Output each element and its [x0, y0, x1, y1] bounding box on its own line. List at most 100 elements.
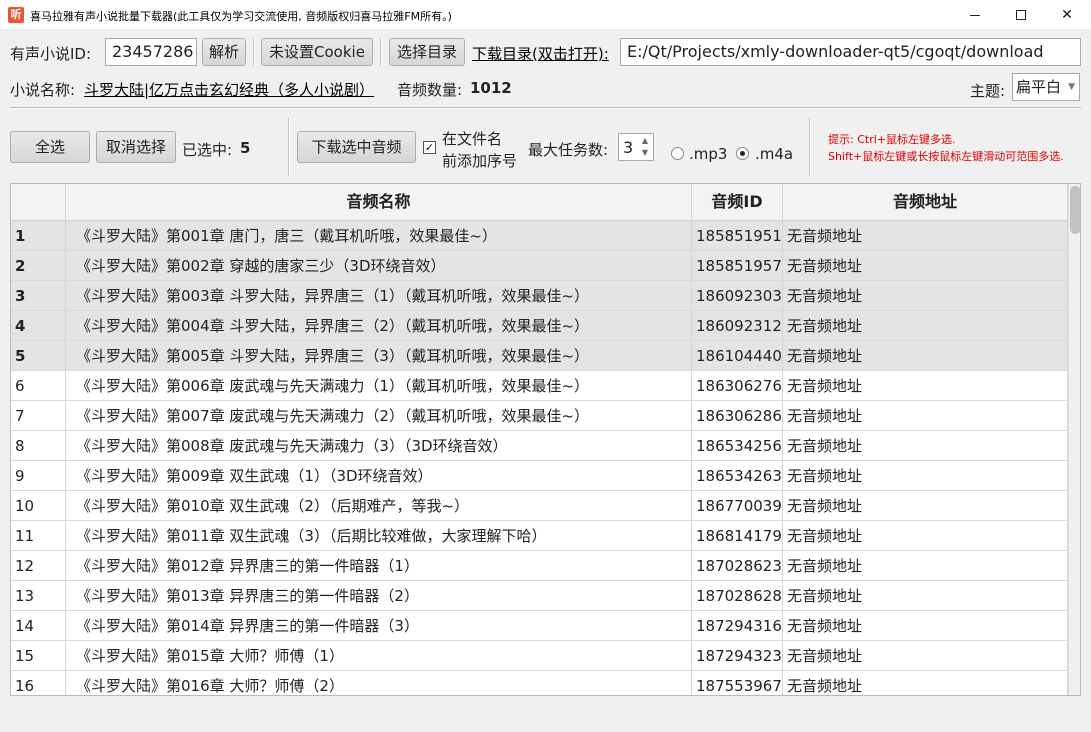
table-scrollbar[interactable]: [1068, 184, 1080, 695]
row-index: 7: [11, 401, 66, 431]
spin-up-icon[interactable]: ▲: [639, 135, 651, 147]
row-name: 《斗罗大陆》第004章 斗罗大陆，异界唐三（2）（戴耳机听哦，效果最佳~）: [66, 311, 692, 341]
table-row[interactable]: 2 《斗罗大陆》第002章 穿越的唐家三少（3D环绕音效） 185851957 无音频…: [11, 251, 1068, 281]
table-row[interactable]: 1 《斗罗大陆》第001章 唐门，唐三（戴耳机听哦，效果最佳~） 185851951…: [11, 221, 1068, 251]
row-audio-id: 185851957: [692, 251, 783, 281]
row-name: 《斗罗大陆》第009章 双生武魂（1）（3D环绕音效）: [66, 461, 692, 491]
row-index: 14: [11, 611, 66, 641]
row-index: 3: [11, 281, 66, 311]
table-row[interactable]: 8 《斗罗大陆》第008章 废武魂与先天满魂力（3）（3D环绕音效） 1865342…: [11, 431, 1068, 461]
selected-label: 已选中:: [182, 141, 233, 159]
table-row[interactable]: 7 《斗罗大陆》第007章 废武魂与先天满魂力（2）（戴耳机听哦，效果最佳~） 18…: [11, 401, 1068, 431]
table-row[interactable]: 10 《斗罗大陆》第010章 双生武魂（2）（后期难产，等我~） 186770039…: [11, 491, 1068, 521]
row-audio-id: 187553967: [692, 671, 783, 695]
row-name: 《斗罗大陆》第007章 废武魂与先天满魂力（2）（戴耳机听哦，效果最佳~）: [66, 401, 692, 431]
table-row[interactable]: 5 《斗罗大陆》第005章 斗罗大陆，异界唐三（3）（戴耳机听哦，效果最佳~） 18…: [11, 341, 1068, 371]
row-index: 4: [11, 311, 66, 341]
minimize-icon: [970, 14, 980, 16]
toolbar-divider: [288, 118, 290, 176]
row-audio-url: 无音频地址: [783, 641, 1068, 671]
chevron-down-icon: ▼: [1068, 82, 1075, 92]
theme-select-value: 扁平白: [1016, 78, 1062, 96]
app-icon: 听: [8, 7, 24, 23]
novel-id-label: 有声小说ID:: [10, 45, 92, 63]
row-name: 《斗罗大陆》第006章 废武魂与先天满魂力（1）（戴耳机听哦，效果最佳~）: [66, 371, 692, 401]
row-index: 13: [11, 581, 66, 611]
table-row[interactable]: 12 《斗罗大陆》第012章 异界唐三的第一件暗器（1） 187028623 无音频地…: [11, 551, 1068, 581]
close-icon: ✕: [1061, 7, 1073, 23]
window-title: 喜马拉雅有声小说批量下载器(此工具仅为学习交流使用, 音频版权归喜马拉雅FM所有…: [30, 10, 452, 23]
deselect-button[interactable]: 取消选择: [96, 131, 176, 163]
spin-down-icon[interactable]: ▼: [639, 147, 651, 159]
audio-table[interactable]: 音频名称 音频ID 音频地址 1 《斗罗大陆》第001章 唐门，唐三（戴耳机听哦，…: [10, 183, 1081, 696]
table-header: 音频名称 音频ID 音频地址: [11, 184, 1068, 221]
row-index: 5: [11, 341, 66, 371]
row-audio-id: 187294323: [692, 641, 783, 671]
row-name: 《斗罗大陆》第012章 异界唐三的第一件暗器（1）: [66, 551, 692, 581]
scrollbar-thumb[interactable]: [1070, 186, 1080, 234]
novel-id-input[interactable]: 23457286: [105, 38, 197, 66]
row-index: 11: [11, 521, 66, 551]
table-row[interactable]: 3 《斗罗大陆》第003章 斗罗大陆，异界唐三（1）（戴耳机听哦，效果最佳~） 18…: [11, 281, 1068, 311]
hint-line-1: 提示: Ctrl+鼠标左键多选.: [828, 133, 956, 146]
table-row[interactable]: 6 《斗罗大陆》第006章 废武魂与先天满魂力（1）（戴耳机听哦，效果最佳~） 18…: [11, 371, 1068, 401]
cookie-button[interactable]: 未设置Cookie: [261, 38, 373, 66]
row-name: 《斗罗大陆》第016章 大师？师傅（2）: [66, 671, 692, 695]
audio-count-value: 1012: [470, 79, 512, 97]
row-audio-id: 187294316: [692, 611, 783, 641]
max-tasks-spinbox[interactable]: 3 ▲ ▼: [618, 133, 654, 161]
row-index: 12: [11, 551, 66, 581]
select-all-button[interactable]: 全选: [10, 131, 90, 163]
table-row[interactable]: 15 《斗罗大陆》第015章 大师？师傅（1） 187294323 无音频地址: [11, 641, 1068, 671]
maximize-icon: [1016, 10, 1026, 20]
row-audio-url: 无音频地址: [783, 341, 1068, 371]
row-index: 8: [11, 431, 66, 461]
table-row[interactable]: 14 《斗罗大陆》第014章 异界唐三的第一件暗器（3） 187294316 无音频地…: [11, 611, 1068, 641]
download-dir-link[interactable]: 下载目录(双击打开):: [472, 43, 609, 64]
row-audio-id: 186306276: [692, 371, 783, 401]
table-row[interactable]: 16 《斗罗大陆》第016章 大师？师傅（2） 187553967 无音频地址: [11, 671, 1068, 695]
row-index: 15: [11, 641, 66, 671]
row-audio-id: 187028628: [692, 581, 783, 611]
row-name: 《斗罗大陆》第008章 废武魂与先天满魂力（3）（3D环绕音效）: [66, 431, 692, 461]
header-url[interactable]: 音频地址: [783, 184, 1068, 221]
hint-line-2: Shift+鼠标左键或长按鼠标左键滑动可范围多选.: [828, 150, 1064, 163]
row-audio-url: 无音频地址: [783, 311, 1068, 341]
prefix-index-checkbox[interactable]: ✓: [423, 141, 436, 154]
minimize-button[interactable]: [952, 0, 998, 30]
row-name: 《斗罗大陆》第013章 异界唐三的第一件暗器（2）: [66, 581, 692, 611]
selected-count: 5: [240, 139, 251, 157]
header-index[interactable]: [11, 184, 66, 221]
row-index: 9: [11, 461, 66, 491]
maximize-button[interactable]: [998, 0, 1044, 30]
novel-name-link[interactable]: 斗罗大陆|亿万点击玄幻经典（多人小说剧）: [84, 79, 374, 100]
theme-label: 主题:: [970, 82, 1006, 100]
theme-select[interactable]: 扁平白 ▼: [1012, 73, 1080, 101]
format-mp3-radio[interactable]: [671, 147, 684, 160]
row-audio-url: 无音频地址: [783, 281, 1068, 311]
row-audio-url: 无音频地址: [783, 671, 1068, 695]
row-index: 1: [11, 221, 66, 251]
table-row[interactable]: 4 《斗罗大陆》第004章 斗罗大陆，异界唐三（2）（戴耳机听哦，效果最佳~） 18…: [11, 311, 1068, 341]
format-m4a-radio[interactable]: [736, 147, 749, 160]
header-name[interactable]: 音频名称: [66, 184, 692, 221]
parse-button[interactable]: 解析: [202, 38, 246, 66]
table-row[interactable]: 9 《斗罗大陆》第009章 双生武魂（1）（3D环绕音效） 186534263 无音频…: [11, 461, 1068, 491]
row-audio-url: 无音频地址: [783, 581, 1068, 611]
table-row[interactable]: 11 《斗罗大陆》第011章 双生武魂（3）（后期比较难做，大家理解下哈） 1868…: [11, 521, 1068, 551]
choose-dir-button[interactable]: 选择目录: [389, 38, 465, 66]
row-index: 16: [11, 671, 66, 695]
row-audio-id: 185851951: [692, 221, 783, 251]
download-dir-input[interactable]: E:/Qt/Projects/xmly-downloader-qt5/cgoqt…: [620, 38, 1081, 66]
row-audio-id: 186534256: [692, 431, 783, 461]
row-name: 《斗罗大陆》第015章 大师？师傅（1）: [66, 641, 692, 671]
header-id[interactable]: 音频ID: [692, 184, 783, 221]
row-index: 10: [11, 491, 66, 521]
close-button[interactable]: ✕: [1044, 0, 1090, 30]
table-row[interactable]: 13 《斗罗大陆》第013章 异界唐三的第一件暗器（2） 187028628 无音频地…: [11, 581, 1068, 611]
row-audio-id: 186092303: [692, 281, 783, 311]
toolbar-divider: [253, 38, 255, 66]
download-selected-button[interactable]: 下载选中音频: [297, 131, 416, 163]
row-name: 《斗罗大陆》第010章 双生武魂（2）（后期难产，等我~）: [66, 491, 692, 521]
title-bar[interactable]: 听 喜马拉雅有声小说批量下载器(此工具仅为学习交流使用, 音频版权归喜马拉雅FM…: [0, 0, 1091, 30]
